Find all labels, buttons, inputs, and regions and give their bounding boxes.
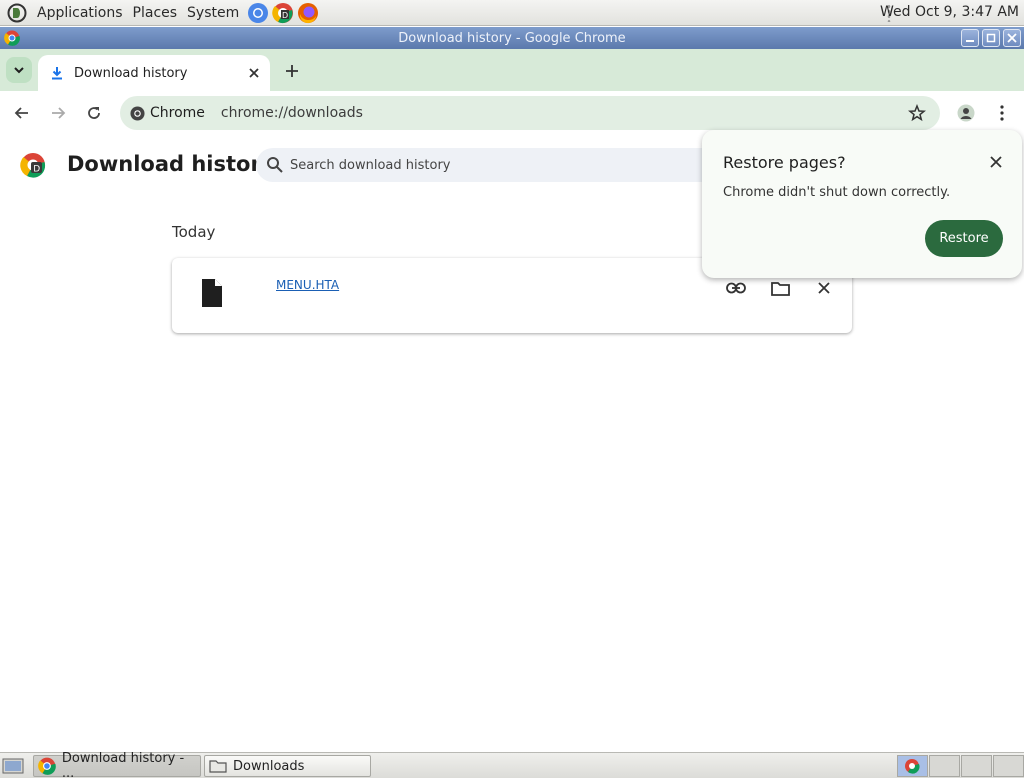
restore-title: Restore pages? [723,153,846,172]
site-chip-label: Chrome [150,105,205,121]
window-titlebar[interactable]: Download history - Google Chrome [0,27,1024,49]
menu-button[interactable] [991,102,1013,124]
tab-title: Download history [74,65,188,81]
svg-text:D: D [33,164,40,174]
close-bubble-icon[interactable] [988,154,1004,170]
clock[interactable]: Wed Oct 9, 3:47 AM [880,4,1019,20]
task-label: Download history - ... [61,751,185,781]
tab-strip: Download history [0,49,1024,91]
tab-search-button[interactable] [6,57,32,83]
folder-icon [770,281,790,296]
svg-text:D: D [282,11,288,20]
date-group-label: Today [172,223,216,241]
forward-button[interactable] [47,102,69,124]
task-label: Downloads [233,758,305,774]
chromium-launcher-icon[interactable] [247,2,269,24]
chrome-task-icon [38,757,56,775]
top-panel: Applications Places System D Wed Oct 9, … [0,0,1024,26]
folder-task-icon [209,760,227,773]
close-tab-icon[interactable] [246,65,262,81]
omnibox[interactable]: Chrome chrome://downloads [120,96,940,130]
window-controls [961,29,1021,47]
workspace-1[interactable] [897,755,928,777]
restore-button[interactable]: Restore [925,220,1003,257]
search-input[interactable] [290,157,690,173]
profile-avatar-icon [957,104,975,122]
workspace-3[interactable] [961,755,992,777]
link-icon [726,282,746,294]
search-downloads[interactable] [256,148,726,182]
chrome-workspace-icon [905,759,920,774]
task-download-history[interactable]: Download history - ... [33,751,201,781]
chrome-logo-icon [130,105,145,121]
arrow-right-icon [52,107,66,119]
close-icon [818,282,830,294]
system-menu[interactable]: System [182,0,244,26]
gnome-foot-icon[interactable] [7,3,27,23]
close-icon [1007,33,1017,43]
chevron-down-icon [14,67,24,74]
places-menu[interactable]: Places [128,0,183,26]
kebab-menu-icon [1000,105,1004,121]
chrome-dev-logo-icon: D [20,153,46,178]
chrome-dev-launcher-icon[interactable]: D [272,2,294,24]
show-in-folder-button[interactable] [768,276,792,300]
show-desktop-icon[interactable] [2,756,24,776]
chrome-window-icon[interactable] [4,30,20,46]
url-text[interactable]: chrome://downloads [221,105,363,121]
page-title: Download history [67,152,275,176]
site-info-chip[interactable]: Chrome [130,105,205,121]
maximize-icon [986,33,996,43]
workspace-4[interactable] [993,755,1024,777]
profile-button[interactable] [955,102,977,124]
arrow-left-icon [14,107,28,119]
minimize-icon [966,40,974,42]
bottom-taskbar: Download history - ... Downloads [0,751,1024,781]
reload-icon [88,107,100,119]
tab-download-history[interactable]: Download history [38,55,270,91]
window-title: Download history - Google Chrome [398,30,626,46]
minimize-button[interactable] [961,29,979,47]
firefox-launcher-icon[interactable] [297,2,319,24]
download-filename-link[interactable]: MENU.HTA [276,278,339,292]
file-icon [202,279,222,307]
applications-menu[interactable]: Applications [32,0,128,26]
search-icon [267,157,283,173]
workspace-2[interactable] [929,755,960,777]
bookmark-star-icon[interactable] [908,104,926,122]
back-button[interactable] [11,102,33,124]
maximize-button[interactable] [982,29,1000,47]
reload-button[interactable] [83,102,105,124]
task-downloads-folder[interactable]: Downloads [204,755,371,777]
restore-message: Chrome didn't shut down correctly. [723,185,951,200]
new-tab-icon[interactable] [282,61,302,81]
close-window-button[interactable] [1003,29,1021,47]
restore-pages-bubble: Restore pages? Chrome didn't shut down c… [702,130,1022,278]
download-icon [52,67,62,80]
remove-from-list-button[interactable] [812,276,836,300]
copy-link-button[interactable] [724,276,748,300]
